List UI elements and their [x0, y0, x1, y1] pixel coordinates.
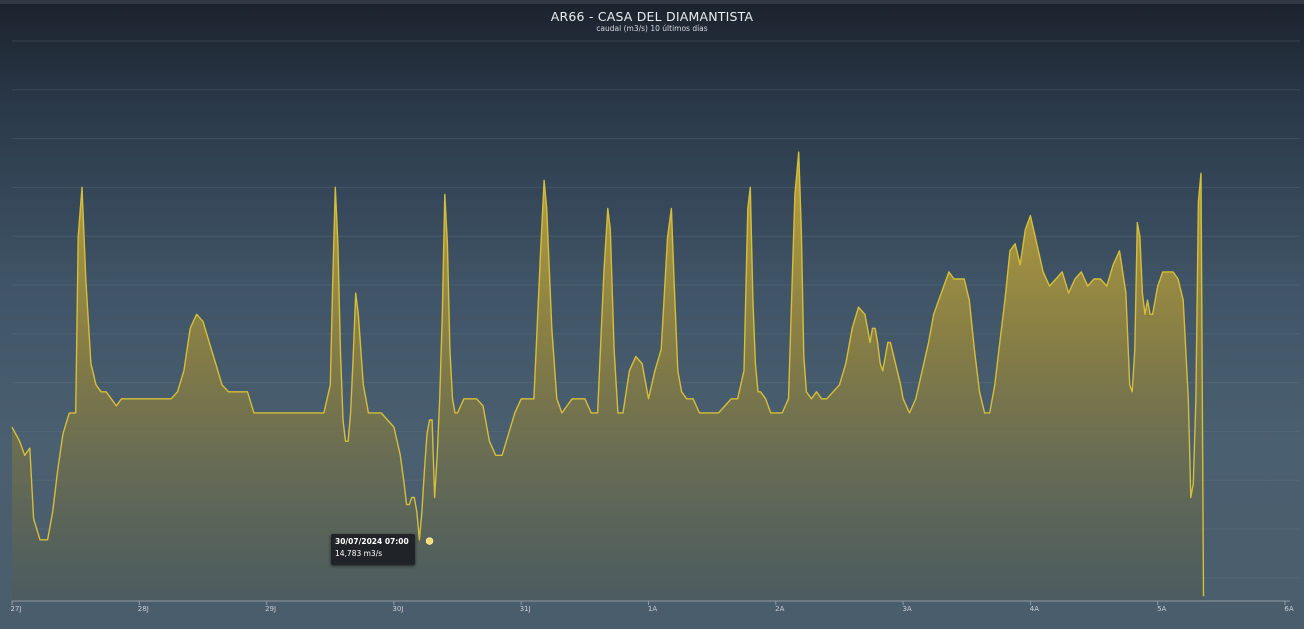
area-chart: 27J 28J 29J 30J 31J 1A 2A 3A 4A 5A 6A [11, 40, 1300, 613]
x-tick-label: 3A [902, 605, 911, 613]
x-tick-label: 28J [138, 605, 149, 613]
x-tick-label: 29J [265, 605, 276, 613]
x-tick-label: 30J [392, 605, 403, 613]
tooltip-date: 30/07/2024 07:00 [335, 537, 409, 546]
tooltip-value: 14,783 m3/s [335, 549, 383, 558]
x-tick-label: 2A [775, 605, 784, 613]
x-tick-label: 4A [1030, 605, 1039, 613]
chart-title: AR66 - CASA DEL DIAMANTISTA [550, 9, 754, 24]
marker-layer [425, 537, 434, 545]
series-area [11, 151, 1205, 601]
chart-subtitle: caudal (m3/s) 10 últimos días [596, 24, 708, 33]
x-tick-label: 31J [520, 605, 531, 613]
x-tick-label: 6A [1284, 605, 1293, 613]
tooltip: 30/07/2024 07:00 14,783 m3/s [331, 534, 415, 565]
x-tick-label: 27J [11, 605, 22, 613]
x-tick-label: 5A [1157, 605, 1166, 613]
tooltip-marker [425, 537, 434, 545]
x-axis: 27J 28J 29J 30J 31J 1A 2A 3A 4A 5A 6A [11, 600, 1294, 613]
x-tick-label: 1A [648, 605, 657, 613]
